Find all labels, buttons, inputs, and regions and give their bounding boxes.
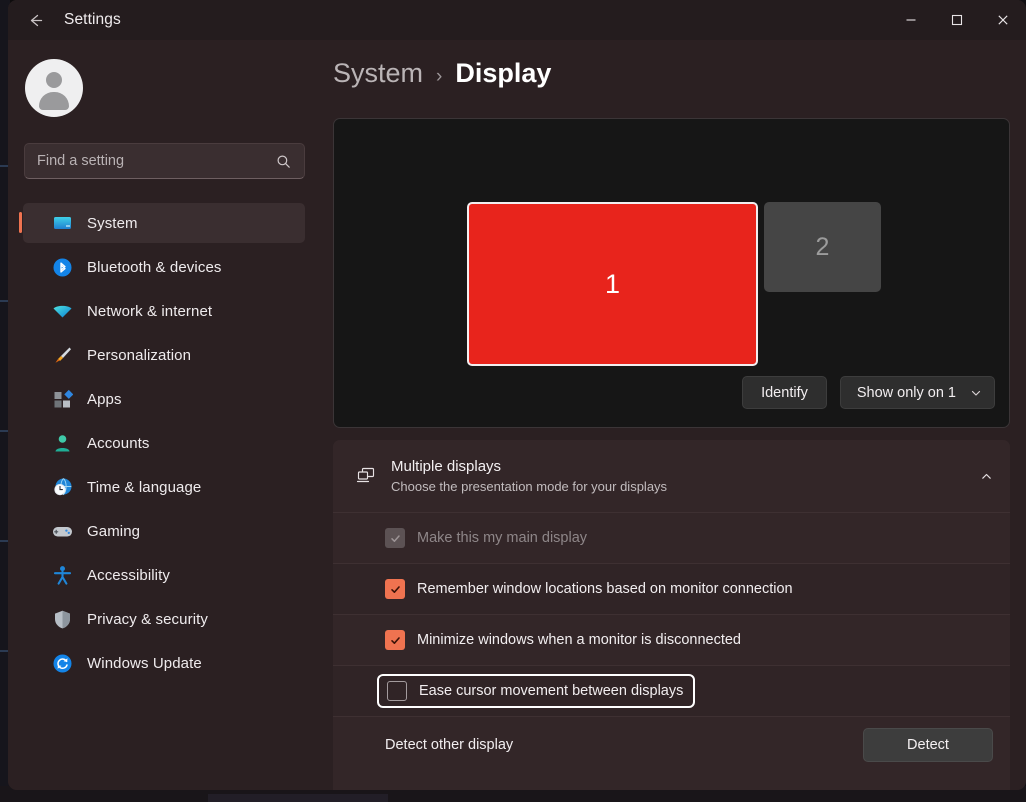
- sidebar-item-bluetooth-devices[interactable]: Bluetooth & devices: [23, 247, 305, 287]
- monitor-icon: [51, 212, 73, 234]
- apps-icon: [51, 388, 73, 410]
- accessibility-icon: [51, 564, 73, 586]
- update-icon: [51, 652, 73, 674]
- option-row-ease-cursor-movement[interactable]: Ease cursor movement between displays: [333, 665, 1010, 716]
- preview-actions: Identify Show only on 1: [742, 376, 995, 409]
- sidebar-item-label: Bluetooth & devices: [87, 259, 221, 276]
- sidebar-item-gaming[interactable]: Gaming: [23, 511, 305, 551]
- sidebar-item-system[interactable]: System: [23, 203, 305, 243]
- checkbox-ease-cursor-movement[interactable]: [387, 681, 407, 701]
- search-box[interactable]: [24, 143, 305, 179]
- multiple-displays-card: Multiple displays Choose the presentatio…: [333, 440, 1010, 790]
- sidebar-item-label: Accounts: [87, 435, 150, 452]
- sidebar-item-label: Apps: [87, 391, 122, 408]
- monitor-2[interactable]: 2: [764, 202, 881, 292]
- checkbox-minimize-windows[interactable]: [385, 630, 405, 650]
- option-row-minimize-windows[interactable]: Minimize windows when a monitor is disco…: [333, 614, 1010, 665]
- multiple-displays-subtitle: Choose the presentation mode for your di…: [391, 479, 980, 494]
- main-content: System › Display 1 2 Identify Show only …: [320, 40, 1026, 790]
- breadcrumb-separator: ›: [436, 66, 442, 88]
- back-arrow-icon[interactable]: [16, 5, 54, 35]
- sidebar-item-label: Windows Update: [87, 655, 202, 672]
- sidebar-item-accessibility[interactable]: Accessibility: [23, 555, 305, 595]
- close-icon[interactable]: [980, 0, 1026, 40]
- multiple-displays-text: Multiple displays Choose the presentatio…: [385, 458, 980, 494]
- chevron-down-icon: [970, 387, 982, 399]
- gamepad-icon: [51, 520, 73, 542]
- display-mode-dropdown[interactable]: Show only on 1: [840, 376, 995, 409]
- chevron-up-icon[interactable]: [980, 470, 993, 483]
- option-label: Remember window locations based on monit…: [417, 581, 793, 597]
- monitor-1[interactable]: 1: [467, 202, 758, 366]
- sidebar-item-label: Gaming: [87, 523, 140, 540]
- sidebar-item-label: Network & internet: [87, 303, 212, 320]
- option-row-make-main-display: Make this my main display: [333, 512, 1010, 563]
- option-label: Make this my main display: [417, 530, 587, 546]
- detect-button[interactable]: Detect: [863, 728, 993, 762]
- focus-ring: Ease cursor movement between displays: [377, 674, 695, 708]
- detect-other-display-row: Detect other display Detect: [333, 716, 1010, 772]
- window-controls: [888, 0, 1026, 40]
- sidebar-item-personalization[interactable]: Personalization: [23, 335, 305, 375]
- sidebar-item-time-language[interactable]: Time & language: [23, 467, 305, 507]
- window-title: Settings: [64, 11, 121, 29]
- bluetooth-icon: [51, 256, 73, 278]
- breadcrumb: System › Display: [333, 58, 551, 89]
- sidebar-item-privacy-security[interactable]: Privacy & security: [23, 599, 305, 639]
- monitor-number: 2: [816, 233, 830, 262]
- detect-other-display-label: Detect other display: [385, 737, 863, 753]
- person-icon: [51, 432, 73, 454]
- avatar[interactable]: [25, 59, 83, 117]
- paintbrush-icon: [51, 344, 73, 366]
- monitor-arrangement: 1 2: [334, 119, 1011, 367]
- multiple-displays-icon: [347, 465, 385, 487]
- settings-window: Settings: [8, 0, 1026, 790]
- display-preview-panel: 1 2 Identify Show only on 1: [333, 118, 1010, 428]
- option-row-remember-window-locations[interactable]: Remember window locations based on monit…: [333, 563, 1010, 614]
- search-icon: [276, 154, 291, 169]
- sidebar-item-apps[interactable]: Apps: [23, 379, 305, 419]
- wifi-icon: [51, 300, 73, 322]
- checkbox-make-main-display: [385, 528, 405, 548]
- minimize-icon[interactable]: [888, 0, 934, 40]
- title-bar: Settings: [8, 0, 1026, 40]
- multiple-displays-title: Multiple displays: [391, 458, 980, 475]
- sidebar-nav: System Bluetooth & devices: [8, 203, 320, 687]
- option-label: Ease cursor movement between displays: [419, 683, 683, 699]
- shield-icon: [51, 608, 73, 630]
- sidebar-item-label: System: [87, 215, 138, 232]
- sidebar-item-windows-update[interactable]: Windows Update: [23, 643, 305, 683]
- sidebar-item-network-internet[interactable]: Network & internet: [23, 291, 305, 331]
- monitor-number: 1: [605, 269, 620, 300]
- display-mode-value: Show only on 1: [857, 385, 956, 401]
- breadcrumb-parent[interactable]: System: [333, 58, 423, 89]
- page-title: Display: [455, 58, 551, 89]
- sidebar: System Bluetooth & devices: [8, 40, 320, 790]
- clock-globe-icon: [51, 476, 73, 498]
- search-input[interactable]: [25, 153, 276, 169]
- sidebar-item-label: Privacy & security: [87, 611, 208, 628]
- multiple-displays-header[interactable]: Multiple displays Choose the presentatio…: [333, 440, 1010, 512]
- sidebar-item-accounts[interactable]: Accounts: [23, 423, 305, 463]
- sidebar-item-label: Accessibility: [87, 567, 170, 584]
- sidebar-item-label: Personalization: [87, 347, 191, 364]
- sidebar-item-label: Time & language: [87, 479, 201, 496]
- checkbox-remember-window-locations[interactable]: [385, 579, 405, 599]
- maximize-icon[interactable]: [934, 0, 980, 40]
- identify-button[interactable]: Identify: [742, 376, 827, 409]
- option-label: Minimize windows when a monitor is disco…: [417, 632, 741, 648]
